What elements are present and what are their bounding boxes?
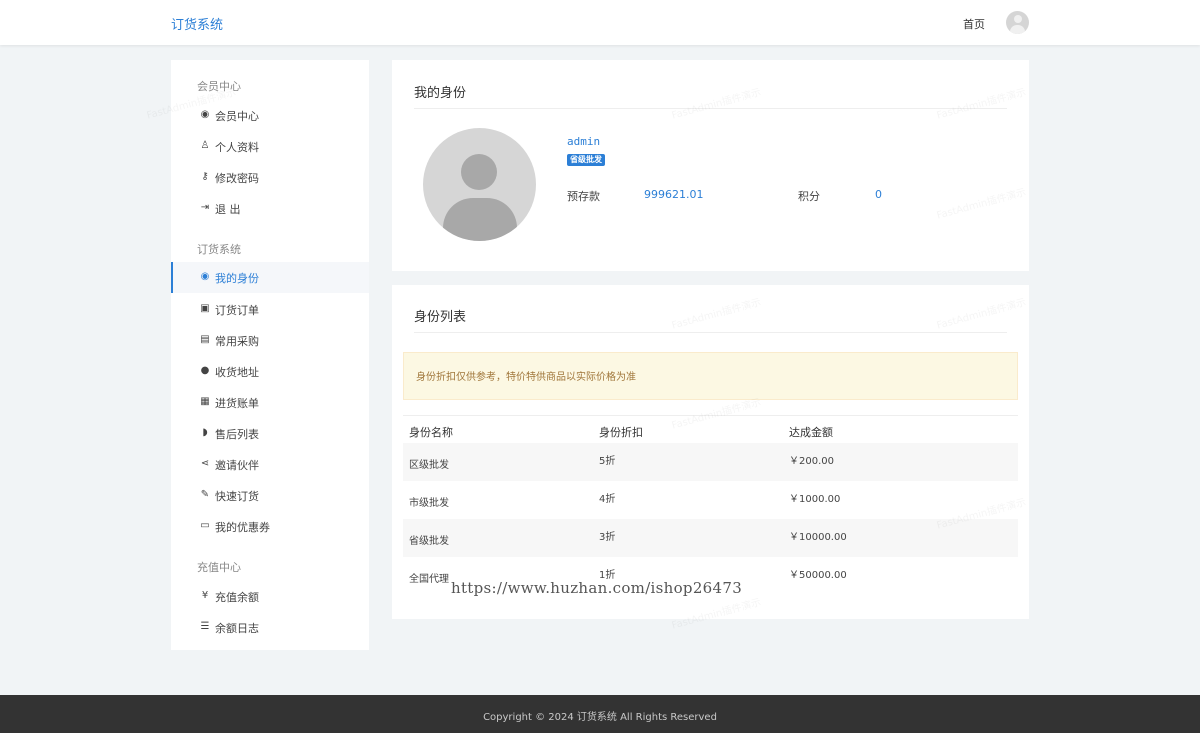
sidebar-item-balance-log[interactable]: ☰ 余额日志 <box>171 612 369 643</box>
calendar-icon: ▦ <box>200 396 210 407</box>
sidebar-item-label: 快速订货 <box>215 490 259 503</box>
sidebar-item-recharge-balance[interactable]: ¥ 充值余额 <box>171 581 369 612</box>
table-cell: 市级批发 <box>409 498 449 509</box>
table-cell: ￥1000.00 <box>789 494 841 505</box>
sidebar-item-label: 常用采购 <box>215 335 259 348</box>
sidebar-item-my-identity[interactable]: ◉ 我的身份 <box>171 262 369 293</box>
sidebar-item-quick-order[interactable]: ✎ 快速订货 <box>171 480 369 511</box>
share-icon: ⋖ <box>200 458 210 469</box>
edit-icon: ✎ <box>200 489 210 500</box>
sidebar-item-label: 收货地址 <box>215 366 259 379</box>
sidebar-item-label: 充值余额 <box>215 591 259 604</box>
table-cell: 5折 <box>599 456 616 467</box>
comments-icon: ◗ <box>202 427 208 438</box>
table-row: 市级批发 4折 ￥1000.00 <box>403 481 1018 519</box>
sidebar-item-bills[interactable]: ▦ 进货账单 <box>171 387 369 418</box>
sidebar-item-profile[interactable]: ♙ 个人资料 <box>171 131 369 162</box>
table-cell: ￥10000.00 <box>789 532 847 543</box>
sidebar-item-label: 订货订单 <box>215 304 259 317</box>
sidebar-item-label: 退 出 <box>215 203 241 216</box>
deposit-label: 预存款 <box>567 190 600 203</box>
copyright-text: Copyright © 2024 订货系统 All Rights Reserve… <box>483 712 717 723</box>
sidebar-item-label: 我的身份 <box>215 272 259 285</box>
sidebar-item-label: 个人资料 <box>215 141 259 154</box>
panel-title: 我的身份 <box>414 86 467 101</box>
divider <box>414 108 1007 109</box>
table-cell: ￥200.00 <box>789 456 834 467</box>
table-cell: ￥50000.00 <box>789 570 847 581</box>
key-icon: ⚷ <box>201 171 209 182</box>
panel-title: 身份列表 <box>414 310 467 325</box>
table-cell: 4折 <box>599 494 616 505</box>
sidebar-item-label: 会员中心 <box>215 110 259 123</box>
user-circle-icon: ◉ <box>200 109 210 120</box>
file-text-icon: ▤ <box>200 334 210 345</box>
sidebar-heading-ordering: 订货系统 <box>197 243 241 256</box>
level-badge: 省级批发 <box>567 154 605 166</box>
sidebar-item-label: 售后列表 <box>215 428 259 441</box>
column-header: 达成金额 <box>789 426 833 439</box>
money-icon: ▭ <box>200 520 210 531</box>
points-label: 积分 <box>798 190 820 203</box>
notice-alert: 身份折扣仅供参考，特价特供商品以实际价格为准 <box>403 352 1018 400</box>
overlay-url-text: https://www.huzhan.com/ishop26473 <box>451 579 743 597</box>
list-icon: ☰ <box>200 621 210 632</box>
sidebar-item-label: 修改密码 <box>215 172 259 185</box>
column-header: 身份名称 <box>409 426 453 439</box>
sidebar-item-label: 邀请伙伴 <box>215 459 259 472</box>
column-header: 身份折扣 <box>599 426 643 439</box>
username: admin <box>567 135 601 148</box>
sidebar-item-orders[interactable]: ▣ 订货订单 <box>171 294 369 325</box>
points-value: 0 <box>875 188 882 201</box>
user-avatar-icon[interactable] <box>1006 11 1029 34</box>
sidebar-item-label: 进货账单 <box>215 397 259 410</box>
sign-out-icon: ⇥ <box>200 202 210 213</box>
sidebar-item-invite[interactable]: ⋖ 邀请伙伴 <box>171 449 369 480</box>
sidebar: 会员中心 ◉ 会员中心 ♙ 个人资料 ⚷ 修改密码 ⇥ 退 出 订货系统 ◉ 我… <box>171 60 369 650</box>
profile-avatar-icon <box>423 128 536 241</box>
sidebar-item-after-sales[interactable]: ◗ 售后列表 <box>171 418 369 449</box>
top-navbar: 订货系统 首页 <box>0 0 1200 45</box>
sidebar-item-logout[interactable]: ⇥ 退 出 <box>171 193 369 224</box>
sidebar-item-frequent-purchases[interactable]: ▤ 常用采购 <box>171 325 369 356</box>
table-cell: 区级批发 <box>409 460 449 471</box>
sidebar-heading-recharge: 充值中心 <box>197 561 241 574</box>
shopping-bag-icon: ▣ <box>200 303 210 314</box>
sidebar-item-coupons[interactable]: ▭ 我的优惠券 <box>171 511 369 542</box>
divider <box>414 332 1007 333</box>
user-circle-icon: ◉ <box>200 271 210 282</box>
sidebar-item-label: 余额日志 <box>215 622 259 635</box>
sidebar-heading-member: 会员中心 <box>197 80 241 93</box>
sidebar-item-change-password[interactable]: ⚷ 修改密码 <box>171 162 369 193</box>
footer: Copyright © 2024 订货系统 All Rights Reserve… <box>0 695 1200 733</box>
yen-icon: ¥ <box>201 590 209 601</box>
identity-list-panel: 身份列表 身份折扣仅供参考，特价特供商品以实际价格为准 身份名称 身份折扣 达成… <box>392 285 1029 619</box>
table-row: 区级批发 5折 ￥200.00 <box>403 443 1018 481</box>
home-link[interactable]: 首页 <box>963 16 985 32</box>
user-icon: ♙ <box>200 140 210 151</box>
map-marker-icon: ● <box>200 365 210 376</box>
table-cell: 3折 <box>599 532 616 543</box>
brand-link[interactable]: 订货系统 <box>171 14 223 33</box>
sidebar-item-label: 我的优惠券 <box>215 521 270 534</box>
table-header: 身份名称 身份折扣 达成金额 <box>403 415 1018 443</box>
sidebar-item-member-center[interactable]: ◉ 会员中心 <box>171 100 369 131</box>
identity-panel: 我的身份 admin 省级批发 预存款 999621.01 积分 0 <box>392 60 1029 271</box>
sidebar-item-address[interactable]: ● 收货地址 <box>171 356 369 387</box>
table-cell: 省级批发 <box>409 536 449 547</box>
deposit-value: 999621.01 <box>644 188 704 201</box>
table-row: 省级批发 3折 ￥10000.00 <box>403 519 1018 557</box>
notice-text: 身份折扣仅供参考，特价特供商品以实际价格为准 <box>416 372 636 383</box>
table-cell: 全国代理 <box>409 574 449 585</box>
